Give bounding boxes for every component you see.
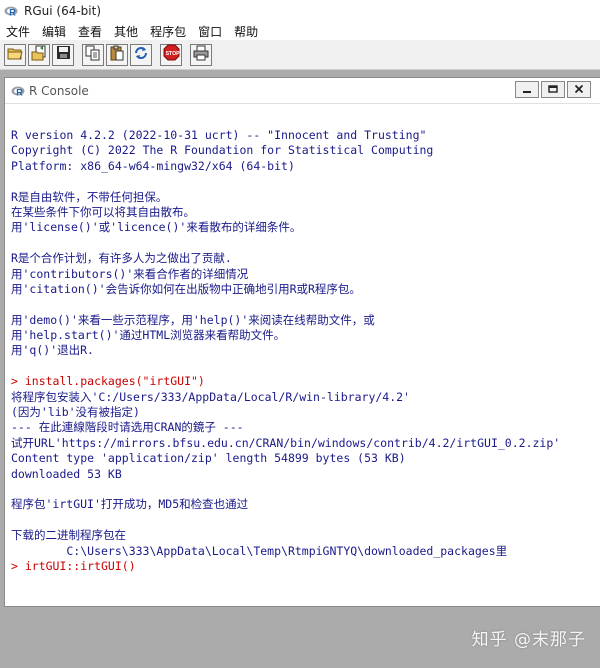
menu-view[interactable]: 查看 bbox=[72, 23, 108, 40]
console-output-line: 在某些条件下你可以将其自由散布。 bbox=[11, 204, 195, 219]
console-output[interactable]: R version 4.2.2 (2022-10-31 ucrt) -- "In… bbox=[5, 104, 600, 606]
close-icon bbox=[574, 83, 584, 97]
console-input-line: > install.packages("irtGUI") bbox=[11, 374, 205, 389]
print-icon bbox=[193, 45, 209, 65]
menu-help[interactable]: 帮助 bbox=[228, 23, 264, 40]
console-output-line: 用'citation()'会告诉你如何在出版物中正确地引用R或R程序包。 bbox=[11, 281, 361, 296]
console-input-line: > irtGUI::irtGUI() bbox=[11, 558, 136, 573]
minimize-button[interactable] bbox=[515, 81, 539, 98]
console-output-line: 用'q()'退出R. bbox=[11, 343, 94, 358]
print-button[interactable] bbox=[190, 43, 212, 66]
svg-text:R: R bbox=[9, 8, 16, 18]
console-title: R Console bbox=[29, 83, 89, 98]
console-output-line: 下载的二进制程序包在 bbox=[11, 528, 126, 543]
svg-text:STOP: STOP bbox=[165, 51, 179, 57]
console-output-line: (因为'lib'没有被指定) bbox=[11, 405, 140, 420]
toolbar: STOP bbox=[0, 40, 600, 70]
console-output-line: R version 4.2.2 (2022-10-31 ucrt) -- "In… bbox=[11, 128, 427, 142]
console-title-bar[interactable]: R R Console bbox=[5, 78, 600, 104]
watermark: 知乎 @末那子 bbox=[471, 630, 586, 650]
menu-windows[interactable]: 窗口 bbox=[192, 23, 228, 40]
stop-button[interactable]: STOP bbox=[160, 43, 182, 66]
window-controls bbox=[513, 81, 591, 98]
copy-icon bbox=[85, 45, 101, 65]
r-console-window[interactable]: R R Console R version 4.2.2 (2022-10-31 … bbox=[4, 77, 600, 607]
menu-file[interactable]: 文件 bbox=[0, 23, 36, 40]
console-output-line: --- 在此連線階段时请选用CRAN的鏡子 --- bbox=[11, 420, 244, 435]
open-script-icon bbox=[7, 45, 23, 64]
console-output-line: 用'demo()'来看一些示范程序，用'help()'来阅读在线帮助文件，或 bbox=[11, 312, 375, 327]
app-title: RGui (64-bit) bbox=[24, 4, 102, 18]
minimize-icon bbox=[522, 83, 532, 97]
paste-icon bbox=[109, 45, 125, 65]
restore-icon bbox=[548, 83, 558, 97]
console-output-line: Platform: x86_64-w64-mingw32/x64 (64-bit… bbox=[11, 158, 295, 173]
console-output-line: Content type 'application/zip' length 54… bbox=[11, 451, 406, 466]
console-output-line: 程序包'irtGUI'打开成功，MD5和检查也通过 bbox=[11, 497, 249, 512]
console-output-line: R是自由软件，不带任何担保。 bbox=[11, 189, 168, 204]
console-output-line: 用'contributors()'来看合作者的详细情况 bbox=[11, 266, 249, 281]
menu-edit[interactable]: 编辑 bbox=[36, 23, 72, 40]
console-output-line: Copyright (C) 2022 The R Foundation for … bbox=[11, 143, 434, 158]
console-output-line: downloaded 53 KB bbox=[11, 466, 122, 481]
mdi-workspace: R R Console R version 4.2.2 (2022-10-31 … bbox=[0, 71, 600, 668]
copy-paste-button[interactable] bbox=[130, 43, 152, 66]
title-bar: R RGui (64-bit) bbox=[0, 0, 600, 22]
console-output-line: 将程序包安装入'C:/Users/333/AppData/Local/R/win… bbox=[11, 389, 410, 404]
svg-text:R: R bbox=[16, 87, 23, 97]
restore-button[interactable] bbox=[541, 81, 565, 98]
menu-misc[interactable]: 其他 bbox=[108, 23, 144, 40]
menu-bar: 文件 编辑 查看 其他 程序包 窗口 帮助 bbox=[0, 22, 600, 40]
console-output-line: 用'help.start()'通过HTML浏览器来看帮助文件。 bbox=[11, 328, 286, 343]
copy-button[interactable] bbox=[82, 43, 104, 66]
save-icon bbox=[56, 45, 71, 64]
save-button[interactable] bbox=[52, 43, 74, 66]
open-script-button[interactable] bbox=[4, 43, 26, 66]
copy-paste-icon bbox=[133, 45, 149, 65]
r-logo-icon: R bbox=[4, 4, 18, 18]
stop-icon: STOP bbox=[163, 44, 180, 65]
close-button[interactable] bbox=[567, 81, 591, 98]
load-workspace-button[interactable] bbox=[28, 43, 50, 66]
menu-packages[interactable]: 程序包 bbox=[144, 23, 192, 40]
r-logo-icon: R bbox=[11, 85, 25, 97]
console-output-line: C:\Users\333\AppData\Local\Temp\RtmpiGNT… bbox=[11, 543, 508, 558]
load-workspace-icon bbox=[31, 45, 47, 65]
console-output-line: 用'license()'或'licence()'来看散布的详细条件。 bbox=[11, 220, 302, 235]
paste-button[interactable] bbox=[106, 43, 128, 66]
console-output-line: R是个合作计划，有许多人为之做出了贡献. bbox=[11, 251, 232, 266]
console-output-line: 试开URL'https://mirrors.bfsu.edu.cn/CRAN/b… bbox=[11, 435, 561, 450]
